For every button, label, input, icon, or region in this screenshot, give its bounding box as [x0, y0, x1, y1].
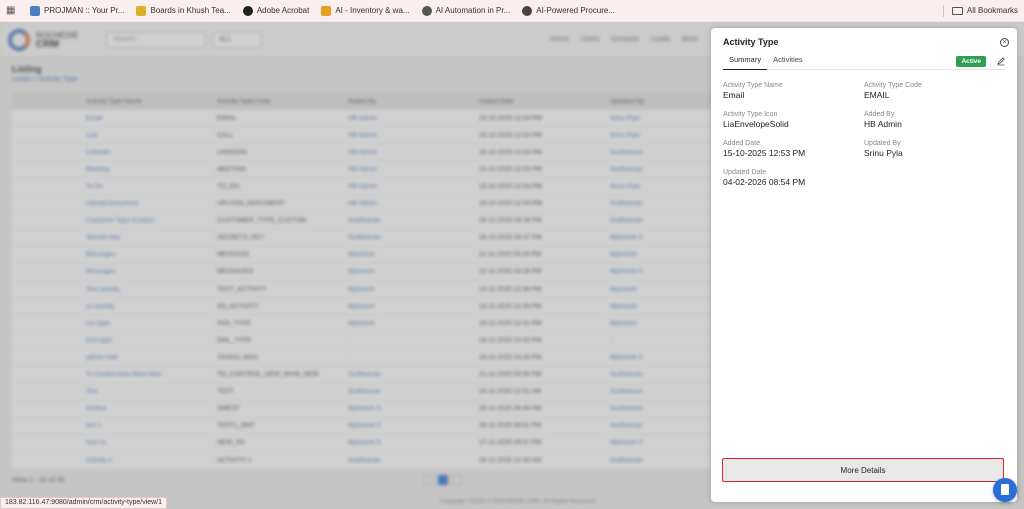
field-added-date: Added Date 15-10-2025 12:53 PM [723, 140, 806, 158]
activity-type-drawer: Activity Type × Summary Activities Activ… [711, 28, 1017, 502]
bookmark-automation[interactable]: AI Automation in Pr... [421, 5, 510, 16]
apps-grid-icon[interactable]: ▦ [6, 5, 20, 16]
bookmark-favicon-icon [30, 5, 40, 16]
field-activity-type-name: Activity Type Name Email [723, 82, 783, 100]
bookmark-favicon-icon [421, 5, 432, 16]
drawer-title: Activity Type [723, 37, 779, 47]
field-added-by: Added By HB Admin [864, 111, 902, 129]
bookmark-procure[interactable]: AI-Powered Procure... [522, 5, 615, 16]
bookmark-favicon-icon [136, 5, 147, 16]
field-updated-by: Updated By Srinu Pyla [864, 140, 903, 158]
status-bar-url: 183.82.116.47:9080/admin/crm/activity-ty… [0, 497, 168, 509]
bookmark-favicon-icon [321, 5, 332, 16]
edit-pencil-icon[interactable] [996, 56, 1006, 66]
field-updated-date: Updated Date 04-02-2026 08:54 PM [723, 169, 806, 187]
bookmarks-divider [942, 4, 944, 17]
folder-icon [951, 6, 963, 15]
bookmark-favicon-icon [522, 5, 533, 16]
field-activity-type-code: Activity Type Code EMAIL [864, 82, 922, 100]
status-badge: Active [956, 56, 986, 67]
document-icon [1001, 484, 1009, 495]
all-bookmarks[interactable]: All Bookmarks [951, 6, 1018, 15]
more-details-button[interactable]: More Details [722, 458, 1004, 482]
floating-document-button[interactable] [993, 478, 1017, 502]
close-icon[interactable]: × [1000, 38, 1009, 47]
bookmarks-bar: ▦ PROJMAN :: Your Pr... Boards in Khush … [0, 0, 1024, 22]
bookmark-adobe[interactable]: Adobe Acrobat [242, 5, 309, 16]
bookmark-favicon-icon [242, 5, 253, 16]
tab-activities[interactable]: Activities [767, 54, 809, 70]
bookmark-boards[interactable]: Boards in Khush Tea... [136, 5, 231, 16]
bookmark-projman[interactable]: PROJMAN :: Your Pr... [30, 5, 124, 16]
bookmark-inventory[interactable]: AI - Inventory & wa... [321, 5, 410, 16]
tab-summary[interactable]: Summary [723, 54, 768, 70]
field-activity-type-icon: Activity Type Icon LiaEnvelopeSolid [723, 111, 789, 129]
